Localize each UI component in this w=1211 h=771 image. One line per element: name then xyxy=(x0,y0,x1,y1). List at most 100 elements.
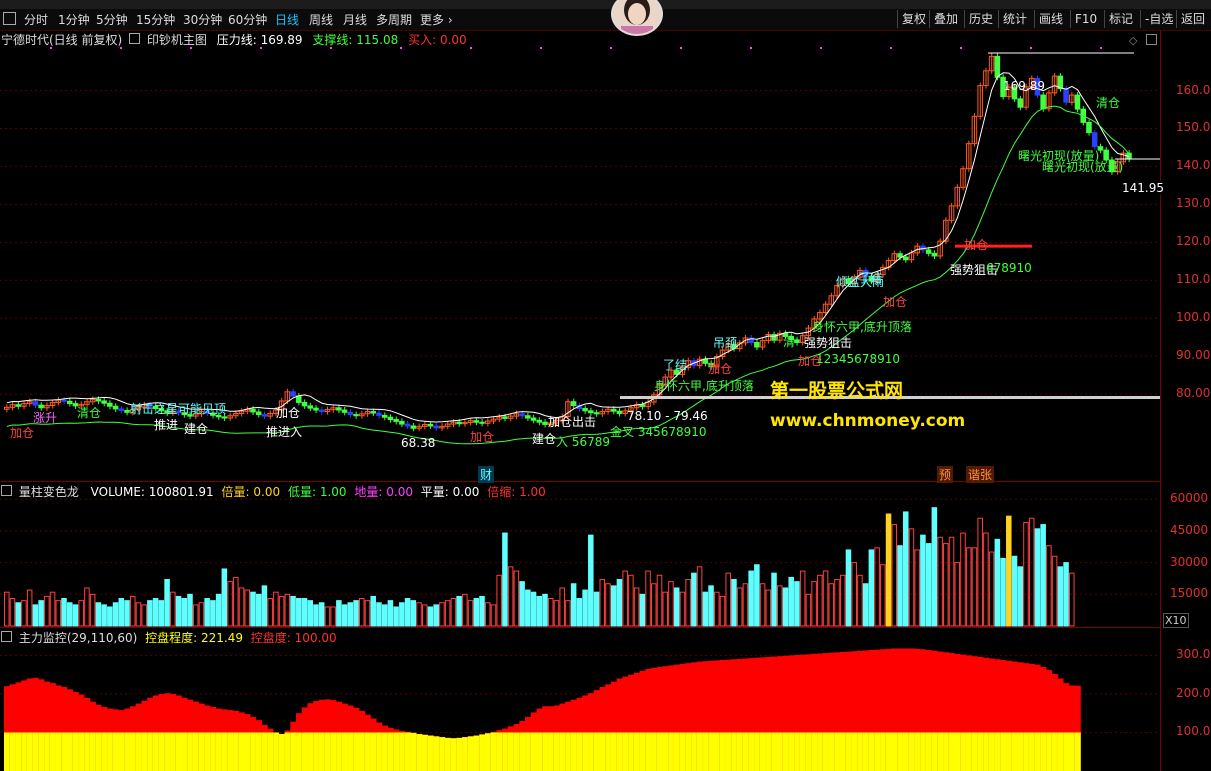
control-cap-bar xyxy=(124,732,131,771)
volume-bar xyxy=(748,570,754,627)
control-cap-bar xyxy=(902,732,909,771)
control-cap-bar xyxy=(1063,732,1070,771)
control-cap-bar xyxy=(301,732,308,771)
ping-value: 0.00 xyxy=(452,485,480,499)
chart-annotation: 清仓 xyxy=(77,406,102,420)
volume-bar xyxy=(788,576,794,627)
volume-label: VOLUME: xyxy=(90,485,145,499)
event-badge-news[interactable]: 谐张 xyxy=(966,466,995,483)
candle-body xyxy=(261,414,268,417)
volume-bar xyxy=(55,600,62,627)
volume-bar xyxy=(1051,555,1058,627)
suo-label: 倍缩: xyxy=(487,485,516,499)
volume-series xyxy=(4,507,1075,627)
control-cap-bar xyxy=(828,732,835,771)
price-axis-label: 120.0 xyxy=(1176,234,1211,249)
candle-body xyxy=(994,55,1001,78)
candle-body xyxy=(255,411,262,416)
volume-bar xyxy=(410,600,417,627)
volume-bar xyxy=(450,598,457,627)
control-cap-bar xyxy=(490,732,497,771)
volume-bar xyxy=(399,602,405,627)
control-cap-bar xyxy=(399,732,406,771)
control-cap-bar xyxy=(914,732,921,771)
control-cap-bar xyxy=(32,732,39,771)
volume-bar xyxy=(490,604,497,627)
volume-bar xyxy=(1069,572,1075,627)
volume-bar xyxy=(95,602,102,627)
control-cap-bar xyxy=(324,732,331,771)
control-cap-bar xyxy=(101,732,108,771)
control-axis-label: 100.0 xyxy=(1176,724,1211,739)
control-cap-bar xyxy=(988,732,995,771)
volume-bar xyxy=(576,598,583,627)
volume-bar xyxy=(817,574,823,627)
event-badge-finance[interactable]: 财 xyxy=(478,466,495,483)
panel-divider xyxy=(0,627,1160,628)
volume-bar xyxy=(1034,528,1041,627)
control-cap-bar xyxy=(960,732,967,771)
control-cap-bar xyxy=(880,732,887,771)
control-cap-bar xyxy=(353,732,360,771)
price-axis-label: 150.0 xyxy=(1176,120,1211,135)
volume-bar xyxy=(496,574,502,627)
volume-bar xyxy=(983,532,989,627)
control-cap-bar xyxy=(616,732,623,771)
volume-axis-label: 45000 xyxy=(1170,522,1209,537)
volume-bar xyxy=(381,604,388,627)
volume-bar xyxy=(965,547,972,627)
control-cap-bar xyxy=(198,732,205,771)
volume-bar xyxy=(210,600,216,627)
signal-dot xyxy=(680,47,682,49)
control-indicator-name[interactable]: 主力监控(29,110,60) xyxy=(19,631,137,645)
candle-body xyxy=(221,416,228,419)
chart-annotation: 加仓 xyxy=(964,238,989,252)
chart-annotation: 加仓 xyxy=(883,295,908,309)
control-cap-bar xyxy=(588,732,595,771)
candle-body xyxy=(399,420,405,425)
control-cap-bar xyxy=(221,732,228,771)
volume-bar xyxy=(118,598,125,627)
settings-icon[interactable] xyxy=(1,485,12,496)
control-cap-bar xyxy=(387,732,394,771)
event-badge-forecast[interactable]: 预 xyxy=(937,466,954,483)
control-cap-bar xyxy=(55,732,62,771)
volume-bar xyxy=(215,593,222,627)
chart-annotation: 12345678910 xyxy=(816,352,900,366)
volume-panel-title: 量柱变色龙 VOLUME: 100801.91 倍量: 0.00 低量: 1.0… xyxy=(1,483,546,500)
candle-body xyxy=(519,413,525,417)
volume-bar xyxy=(124,600,130,627)
volume-bar xyxy=(616,579,623,627)
control-cap-bar xyxy=(897,732,904,771)
di-label: 低量: xyxy=(287,485,316,499)
control-cap-bar xyxy=(937,732,944,771)
volume-bar xyxy=(152,598,159,627)
chart-canvas[interactable] xyxy=(0,0,1211,771)
control-cap-bar xyxy=(410,732,417,771)
watermark-url: www.chnmoney.com xyxy=(770,411,966,431)
volume-bar xyxy=(1011,555,1018,627)
candle-body xyxy=(393,419,399,422)
volume-bar xyxy=(78,600,84,627)
ping-label: 平量: xyxy=(420,485,449,499)
control-cap-bar xyxy=(673,732,680,771)
control-cap-bar xyxy=(622,732,629,771)
volume-indicator-name[interactable]: 量柱变色龙 xyxy=(19,485,79,499)
volume-bar xyxy=(525,589,531,627)
volume-bar xyxy=(542,593,548,627)
volume-bar xyxy=(479,595,485,627)
control-cap-bar xyxy=(651,732,658,771)
volume-bar xyxy=(141,604,147,627)
volume-bar xyxy=(714,591,720,627)
volume-bar xyxy=(874,547,880,627)
candle-body xyxy=(381,414,388,418)
settings-icon[interactable] xyxy=(1,631,12,642)
control-series xyxy=(4,648,1081,771)
volume-bar xyxy=(719,595,726,627)
volume-bar xyxy=(484,602,491,627)
control-cap-bar xyxy=(421,734,429,771)
control-cap-bar xyxy=(891,732,898,771)
control-cap-bar xyxy=(238,732,245,771)
chart-annotation: 推进 xyxy=(154,418,179,432)
candle-body xyxy=(101,400,107,404)
